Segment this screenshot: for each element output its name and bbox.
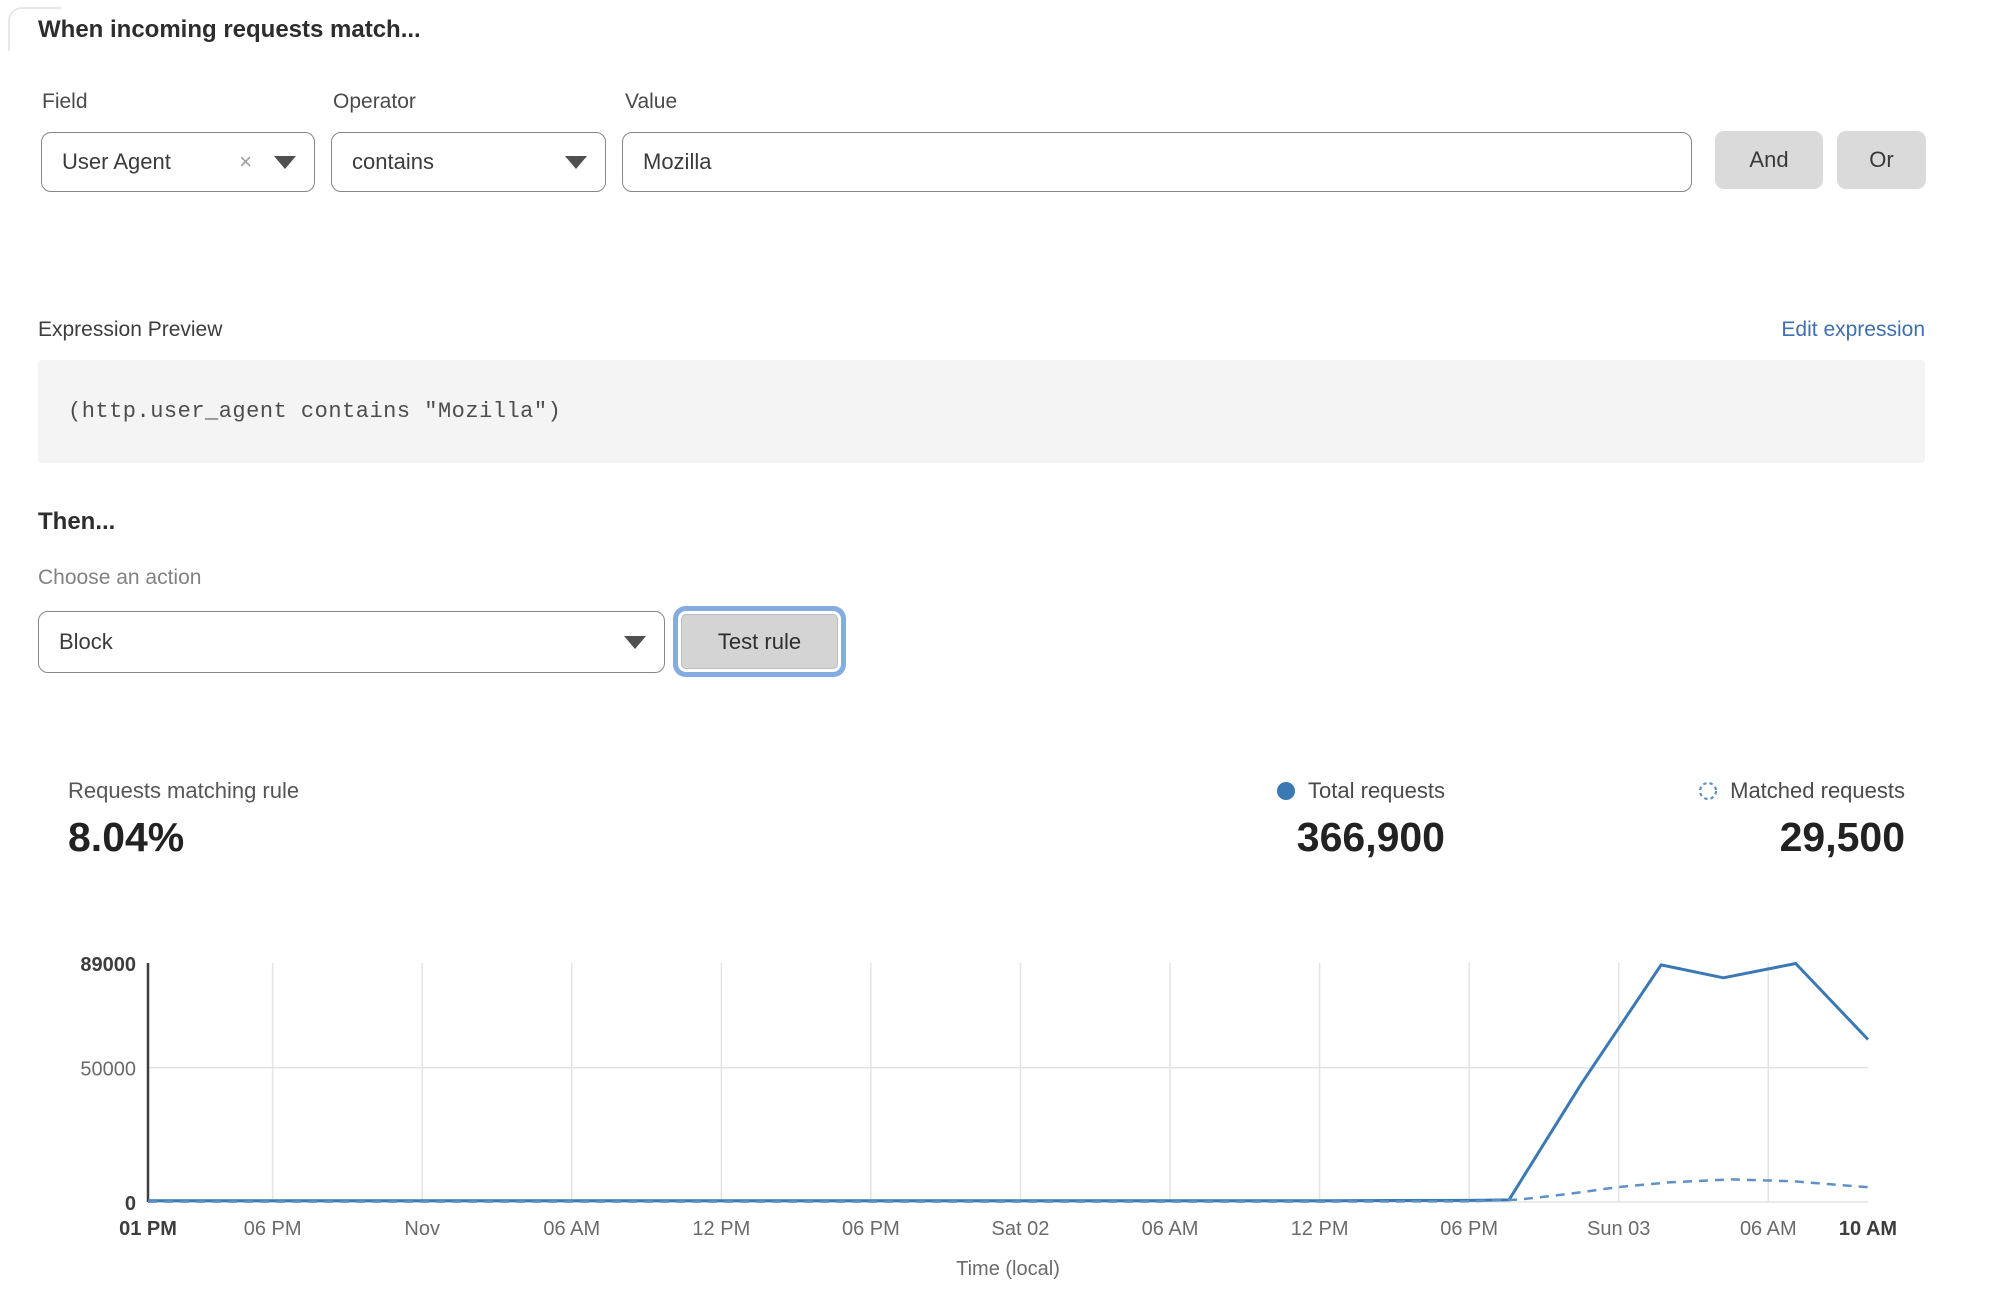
matched-requests-stat: Matched requests 29,500	[1698, 778, 1905, 861]
action-select-value: Block	[59, 629, 113, 655]
value-label: Value	[625, 90, 677, 114]
field-select-value: User Agent	[62, 149, 171, 175]
edit-expression-link[interactable]: Edit expression	[1781, 318, 1925, 342]
svg-text:06 AM: 06 AM	[543, 1218, 600, 1240]
svg-text:06 PM: 06 PM	[244, 1218, 302, 1240]
svg-text:10 AM: 10 AM	[1839, 1218, 1897, 1240]
svg-text:Sun 03: Sun 03	[1587, 1218, 1650, 1240]
svg-text:12 PM: 12 PM	[692, 1218, 750, 1240]
requests-chart: 89000 50000 0 01 PM 06 PM Nov 06 AM 12 PM 06 PM S…	[0, 935, 1999, 1290]
total-requests-stat: Total requests 366,900	[1276, 778, 1445, 861]
svg-text:0: 0	[125, 1193, 136, 1215]
operator-select-value: contains	[352, 149, 434, 175]
svg-text:06 PM: 06 PM	[842, 1218, 900, 1240]
svg-text:Nov: Nov	[404, 1218, 440, 1240]
expression-preview-label: Expression Preview	[38, 318, 222, 342]
svg-text:89000: 89000	[80, 954, 136, 976]
field-select[interactable]: User Agent ×	[41, 132, 315, 192]
matched-requests-dashed-circle-icon	[1698, 781, 1718, 801]
requests-matching-stat: Requests matching rule 8.04%	[68, 778, 299, 861]
svg-text:Time (local): Time (local)	[956, 1258, 1060, 1280]
matched-requests-value: 29,500	[1698, 814, 1905, 861]
value-input[interactable]	[622, 132, 1692, 192]
svg-text:06 PM: 06 PM	[1440, 1218, 1498, 1240]
svg-text:50000: 50000	[80, 1059, 136, 1081]
svg-text:06 AM: 06 AM	[1142, 1218, 1199, 1240]
page-title: When incoming requests match...	[38, 16, 421, 44]
requests-matching-value: 8.04%	[68, 814, 299, 861]
choose-action-label: Choose an action	[38, 566, 201, 590]
total-requests-label: Total requests	[1308, 778, 1445, 804]
svg-text:01 PM: 01 PM	[119, 1218, 177, 1240]
clear-icon[interactable]: ×	[239, 151, 252, 173]
then-heading: Then...	[38, 508, 115, 536]
total-requests-value: 366,900	[1276, 814, 1445, 861]
chevron-down-icon	[624, 636, 646, 649]
chevron-down-icon	[565, 156, 587, 169]
svg-text:Sat 02: Sat 02	[992, 1218, 1050, 1240]
expression-code: (http.user_agent contains "Mozilla")	[68, 399, 561, 424]
chevron-down-icon	[274, 156, 296, 169]
svg-text:12 PM: 12 PM	[1291, 1218, 1349, 1240]
test-rule-button[interactable]: Test rule	[681, 614, 838, 669]
expression-preview-box: (http.user_agent contains "Mozilla")	[38, 360, 1925, 463]
field-label: Field	[42, 90, 88, 114]
operator-select[interactable]: contains	[331, 132, 606, 192]
operator-label: Operator	[333, 90, 416, 114]
rule-test-page: When incoming requests match... Field Op…	[0, 0, 1999, 1295]
or-button[interactable]: Or	[1837, 131, 1926, 189]
total-requests-dot-icon	[1276, 781, 1296, 801]
action-select[interactable]: Block	[38, 611, 665, 673]
matched-requests-label: Matched requests	[1730, 778, 1905, 804]
and-button[interactable]: And	[1715, 131, 1823, 189]
requests-matching-label: Requests matching rule	[68, 778, 299, 804]
svg-text:06 AM: 06 AM	[1740, 1218, 1797, 1240]
